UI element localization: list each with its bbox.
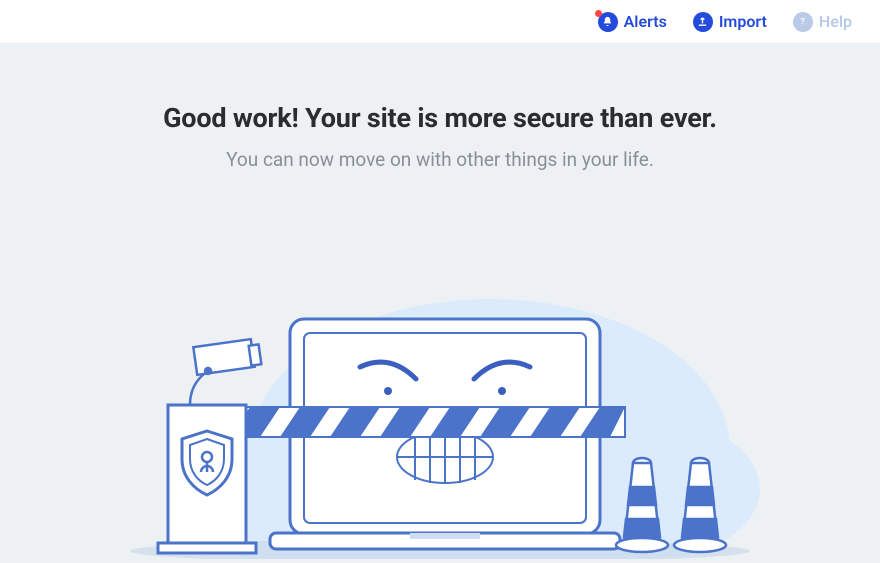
help-link[interactable]: Help [793,12,852,32]
page-title: Good work! Your site is more secure than… [0,102,880,134]
security-illustration [120,199,760,559]
bell-icon [598,12,618,32]
import-label: Import [719,12,767,31]
page-subtitle: You can now move on with other things in… [0,148,880,171]
main-content: Good work! Your site is more secure than… [0,44,880,559]
upload-icon [693,12,713,32]
alerts-label: Alerts [624,12,667,31]
gate-barrier [230,407,625,437]
import-link[interactable]: Import [693,12,767,32]
help-label: Help [819,12,852,31]
security-camera-icon [190,339,261,405]
question-icon [793,12,813,32]
gate-post [158,405,256,553]
alerts-link[interactable]: Alerts [598,12,667,32]
gritted-teeth [397,431,493,483]
top-navigation: Alerts Import Help [0,0,880,44]
notification-dot [595,10,602,17]
